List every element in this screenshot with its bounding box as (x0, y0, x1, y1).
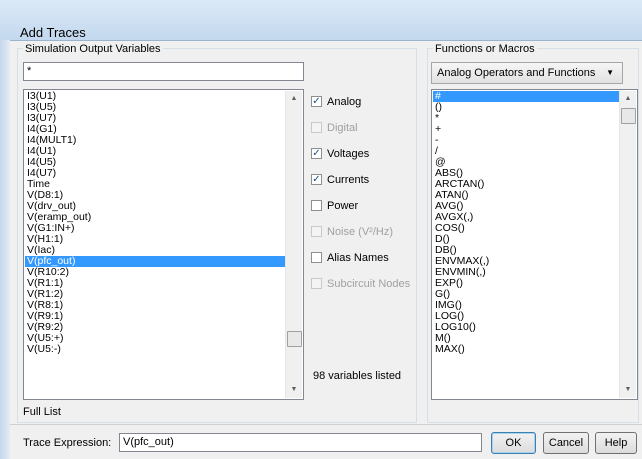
variable-list-item[interactable]: I4(U5) (25, 157, 285, 168)
trace-expression-label: Trace Expression: (23, 437, 112, 449)
function-list-item[interactable]: D() (433, 234, 619, 245)
variable-list-item[interactable]: V(H1:1) (25, 234, 285, 245)
full-list-label: Full List (23, 406, 61, 418)
analog-label: Analog (327, 96, 362, 108)
power-label: Power (327, 200, 359, 212)
chevron-down-icon: ▼ (606, 68, 614, 77)
variable-list-item[interactable]: I4(U7) (25, 168, 285, 179)
variable-list-item[interactable]: I3(U1) (25, 91, 285, 102)
check-icon: ✓ (311, 174, 322, 185)
functions-list-items: #() * + - / @ ABS() ARCTAN() ATAN() AVG() AVGX(,) C… (433, 91, 619, 355)
variable-list-item[interactable]: Time (25, 179, 285, 190)
voltages-label: Voltages (327, 148, 370, 160)
functions-group-label: Functions or Macros (433, 43, 537, 55)
variable-list-item[interactable]: V(R9:2) (25, 322, 285, 333)
function-list-item[interactable]: EXP() (433, 278, 619, 289)
bottom-divider (10, 424, 642, 425)
function-list-item[interactable]: + (433, 124, 619, 135)
functions-dropdown-value: Analog Operators and Functions (437, 67, 596, 79)
functions-scroll-thumb[interactable] (621, 108, 636, 124)
variable-list-item[interactable]: I3(U7) (25, 113, 285, 124)
help-button[interactable]: Help (595, 432, 637, 454)
cancel-button[interactable]: Cancel (543, 432, 589, 454)
function-list-item[interactable]: () (433, 102, 619, 113)
variable-list-item[interactable]: I3(U5) (25, 102, 285, 113)
function-list-item[interactable]: MAX() (433, 344, 619, 355)
digital-label: Digital (327, 122, 358, 134)
window-left-edge (0, 40, 10, 459)
variables-scrollbar[interactable]: ▲ ▼ (285, 91, 302, 398)
sim-output-group-label: Simulation Output Variables (23, 43, 163, 55)
variables-count: 98 variables listed (313, 370, 402, 382)
functions-list[interactable]: #() * + - / @ ABS() ARCTAN() ATAN() AVG() AVGX(,) C… (431, 89, 638, 400)
variable-list-item[interactable]: V(R9:1) (25, 311, 285, 322)
variables-list[interactable]: I3(U1) I3(U5) I3(U7) I4(G1) I4(MULT1) I4(U1) I… (23, 89, 304, 400)
variable-list-item[interactable]: V(R8:1) (25, 300, 285, 311)
function-list-item[interactable]: - (433, 135, 619, 146)
trace-expression-input[interactable]: V(pfc_out) (119, 433, 482, 452)
window-title: Add Traces (20, 25, 86, 40)
check-icon: ✓ (311, 96, 322, 107)
variable-list-item[interactable]: V(R1:1) (25, 278, 285, 289)
alias-names-label: Alias Names (327, 252, 389, 264)
function-list-item[interactable]: COS() (433, 223, 619, 234)
functions-dropdown[interactable]: Analog Operators and Functions ▼ (431, 62, 623, 84)
title-bar: Add Traces (0, 0, 642, 41)
variable-list-item[interactable]: V(U5:-) (25, 344, 285, 355)
function-list-item[interactable]: / (433, 146, 619, 157)
function-list-item[interactable]: * (433, 113, 619, 124)
variables-list-items: I3(U1) I3(U5) I3(U7) I4(G1) I4(MULT1) I4(U1) I… (25, 91, 285, 355)
variable-list-item[interactable]: I4(U1) (25, 146, 285, 157)
variable-list-item[interactable]: V(R10:2) (25, 267, 285, 278)
variable-list-item[interactable]: V(U5:+) (25, 333, 285, 344)
variable-filter-input[interactable]: * (23, 62, 304, 81)
function-list-item[interactable]: # (433, 91, 619, 102)
subcircuit-nodes-label: Subcircuit Nodes (327, 278, 411, 290)
variable-list-item[interactable]: I4(MULT1) (25, 135, 285, 146)
variable-list-item[interactable]: V(G1:IN+) (25, 223, 285, 234)
scroll-up-icon[interactable]: ▲ (286, 91, 302, 107)
check-icon: ✓ (311, 148, 322, 159)
variable-list-item[interactable]: V(R1:2) (25, 289, 285, 300)
noise-label: Noise (V²/Hz) (327, 226, 394, 238)
variables-scroll-thumb[interactable] (287, 331, 302, 347)
scroll-down-icon[interactable]: ▼ (620, 382, 636, 398)
scroll-up-icon[interactable]: ▲ (620, 91, 636, 107)
currents-label: Currents (327, 174, 370, 186)
functions-scrollbar[interactable]: ▲ ▼ (619, 91, 636, 398)
ok-button[interactable]: OK (491, 432, 536, 454)
scroll-down-icon[interactable]: ▼ (286, 382, 302, 398)
function-list-item[interactable]: LOG10() (433, 322, 619, 333)
